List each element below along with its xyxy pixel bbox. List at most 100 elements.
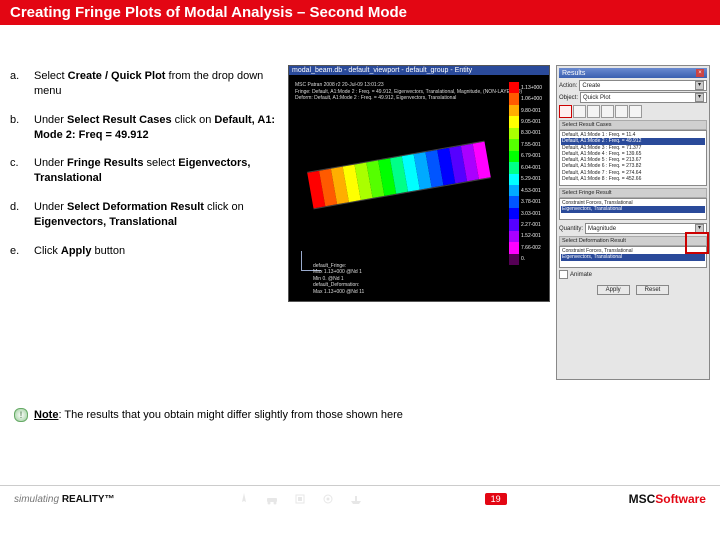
step-a-label: a. — [10, 65, 34, 109]
color-scale-row: 4.53-001 — [509, 185, 545, 196]
result-cases-label: Select Result Cases — [559, 120, 707, 130]
color-scale-row: 3.78-001 — [509, 196, 545, 207]
animate-label: Animate — [570, 272, 592, 278]
color-scale-row: 1.06+000 — [509, 93, 545, 104]
color-scale-row: 6.79-001 — [509, 151, 545, 162]
list-item[interactable]: Default, A1:Mode 8 : Freq. = 452.66 — [561, 176, 705, 182]
color-scale-row: 2.27-001 — [509, 219, 545, 230]
results-panel-title: Results — [562, 70, 585, 77]
aircraft-icon — [237, 492, 251, 506]
object-select[interactable]: Quick Plot ▾ — [580, 92, 707, 103]
step-e: e. Click Apply button — [10, 240, 288, 269]
results-panel: Results × Action: Create ▾ Object: Quick… — [556, 65, 710, 380]
result-mode-icon[interactable] — [559, 105, 572, 118]
ship-icon — [349, 492, 363, 506]
color-scale-row: 7.55-001 — [509, 139, 545, 150]
results-icon-strip — [559, 105, 707, 118]
color-scale-row: 6.04-001 — [509, 162, 545, 173]
step-b-label: b. — [10, 109, 34, 153]
color-swatch — [509, 208, 519, 219]
slide-title: Creating Fringe Plots of Modal Analysis … — [0, 0, 720, 25]
action-row: Action: Create ▾ — [559, 80, 707, 91]
step-e-label: e. — [10, 240, 34, 269]
result-mode-icon[interactable] — [587, 105, 600, 118]
result-mode-icon[interactable] — [629, 105, 642, 118]
note-row: ! Note: The results that you obtain migh… — [14, 408, 706, 422]
quantity-select[interactable]: Magnitude ▾ — [585, 223, 707, 234]
info-icon: ! — [14, 408, 28, 422]
msc-software-logo: MSCSoftware — [629, 492, 706, 506]
dropdown-arrow-icon: ▾ — [695, 93, 704, 102]
color-swatch — [509, 219, 519, 230]
color-scale-row: 7.66-002 — [509, 242, 545, 253]
object-value: Quick Plot — [583, 95, 610, 101]
fringe-result-listbox[interactable]: Constraint Forces, TranslationalEigenvec… — [559, 198, 707, 220]
color-scale-value: 3.78-001 — [521, 199, 541, 205]
fringe-overlay-text-top: MSC Patran 2008 r2 20-Jul-09 13:01:23 Fr… — [295, 82, 522, 102]
object-label: Object: — [559, 95, 578, 101]
screenshots: modal_beam.db - default_viewport - defau… — [288, 65, 710, 380]
color-swatch — [509, 242, 519, 253]
fringe-viewport-window: modal_beam.db - default_viewport - defau… — [288, 65, 550, 302]
apply-button[interactable]: Apply — [597, 285, 630, 295]
color-swatch — [509, 128, 519, 139]
fringe-color-scale: 1.13+0001.06+0009.80-0019.05-0018.30-001… — [509, 82, 545, 265]
instructions: a. Select Create / Quick Plot from the d… — [10, 65, 288, 380]
color-scale-value: 7.66-002 — [521, 245, 541, 251]
footer-icon-row — [237, 492, 363, 506]
color-swatch — [509, 254, 519, 265]
quantity-label: Quantity: — [559, 226, 583, 232]
note-text: Note: The results that you obtain might … — [34, 409, 403, 421]
close-icon[interactable]: × — [696, 69, 704, 77]
color-swatch — [509, 231, 519, 242]
color-scale-value: 6.79-001 — [521, 153, 541, 159]
result-mode-icon[interactable] — [601, 105, 614, 118]
action-value: Create — [582, 83, 600, 89]
step-d-text: Under Select Deformation Result click on… — [34, 196, 288, 240]
color-swatch — [509, 151, 519, 162]
fringe-beam-plot — [307, 141, 491, 210]
list-item[interactable]: Eigenvectors, Translational — [561, 254, 705, 260]
results-panel-header: Results × — [559, 68, 707, 78]
fringe-window-title: modal_beam.db - default_viewport - defau… — [289, 66, 549, 75]
color-scale-value: 2.27-001 — [521, 222, 541, 228]
color-scale-value: 1.06+000 — [521, 96, 542, 102]
action-select[interactable]: Create ▾ — [579, 80, 707, 91]
object-row: Object: Quick Plot ▾ — [559, 92, 707, 103]
step-c-text: Under Fringe Results select Eigenvectors… — [34, 152, 288, 196]
deformation-result-listbox[interactable]: Constraint Forces, TranslationalEigenvec… — [559, 246, 707, 268]
color-scale-value: 5.29-001 — [521, 176, 541, 182]
list-item[interactable]: Eigenvectors, Translational — [561, 206, 705, 212]
step-d-label: d. — [10, 196, 34, 240]
color-scale-value: 6.04-001 — [521, 165, 541, 171]
color-scale-row: 3.03-001 — [509, 208, 545, 219]
animate-checkbox[interactable] — [559, 270, 568, 279]
color-scale-row: 8.30-001 — [509, 128, 545, 139]
result-mode-icon[interactable] — [615, 105, 628, 118]
result-mode-icon[interactable] — [573, 105, 586, 118]
color-scale-row: 9.05-001 — [509, 116, 545, 127]
dropdown-arrow-icon: ▾ — [695, 224, 704, 233]
simulating-reality-logo: simulating REALITY™ — [14, 494, 115, 505]
quantity-row: Quantity: Magnitude ▾ — [559, 223, 707, 234]
page-number: 19 — [485, 493, 507, 505]
color-scale-value: 9.80-001 — [521, 108, 541, 114]
color-swatch — [509, 196, 519, 207]
step-b: b. Under Select Result Cases click on De… — [10, 109, 288, 153]
content-row: a. Select Create / Quick Plot from the d… — [0, 65, 720, 380]
color-swatch — [509, 139, 519, 150]
color-scale-row: 5.29-001 — [509, 174, 545, 185]
gear-icon — [321, 492, 335, 506]
step-e-text: Click Apply button — [34, 240, 288, 269]
result-cases-listbox[interactable]: Default, A1:Mode 1 : Freq. = 11.4Default… — [559, 130, 707, 186]
car-icon — [265, 492, 279, 506]
color-scale-row: 1.52-001 — [509, 231, 545, 242]
reset-button[interactable]: Reset — [636, 285, 670, 295]
quantity-value: Magnitude — [588, 226, 616, 232]
color-swatch — [509, 93, 519, 104]
fringe-result-label: Select Fringe Result — [559, 188, 707, 198]
step-c: c. Under Fringe Results select Eigenvect… — [10, 152, 288, 196]
color-scale-value: 7.55-001 — [521, 142, 541, 148]
step-a: a. Select Create / Quick Plot from the d… — [10, 65, 288, 109]
step-b-text: Under Select Result Cases click on Defau… — [34, 109, 288, 153]
